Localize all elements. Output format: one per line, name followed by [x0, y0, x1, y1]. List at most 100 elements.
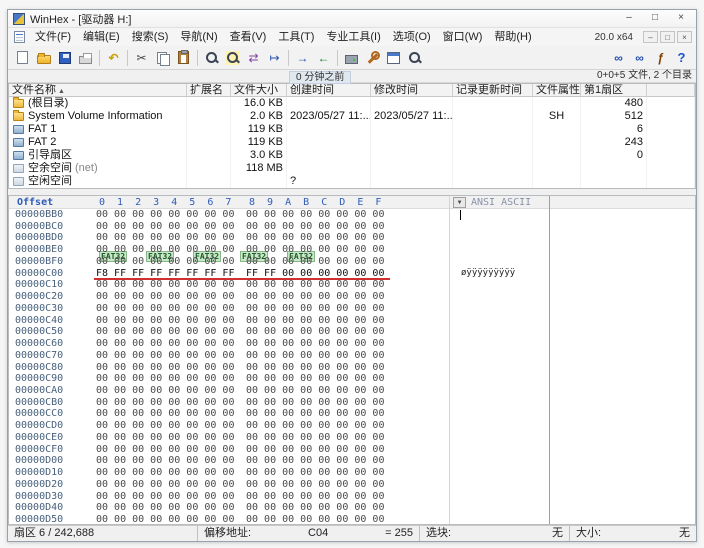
hex-row[interactable]: 00000C60 00 00 00 00 00 00 00 00 00 00 00 … — [9, 338, 695, 350]
hex-row[interactable]: 00000C00 F8 FF FF FF FF FF FF FF FF FF 00 … — [9, 268, 695, 280]
menu-item[interactable]: 窗口(W) — [437, 31, 489, 43]
find-text-icon[interactable] — [201, 48, 222, 68]
hex-row[interactable]: 00000D40 00 00 00 00 00 00 00 00 00 00 00 … — [9, 502, 695, 514]
paste-icon[interactable] — [173, 48, 194, 68]
new-file-icon[interactable] — [12, 48, 33, 68]
column-header-1[interactable]: 扩展名 — [187, 84, 231, 97]
magnifier-icon[interactable] — [404, 48, 425, 68]
hex-row[interactable]: 00000CE0 00 00 00 00 00 00 00 00 00 00 00 … — [9, 432, 695, 444]
hex-row[interactable]: 00000D50 00 00 00 00 00 00 00 00 00 00 00 … — [9, 514, 695, 524]
column-header-2[interactable]: 文件大小 — [231, 84, 287, 97]
hex-row[interactable]: 00000C70 00 00 00 00 00 00 00 00 00 00 00 … — [9, 350, 695, 362]
hex-row[interactable]: 00000C40 00 00 00 00 00 00 00 00 00 00 00 … — [9, 315, 695, 327]
file-row[interactable]: FAT 2 119 KB 243 — [9, 136, 695, 149]
column-header-3[interactable]: 创建时间 — [287, 84, 371, 97]
file-row[interactable]: FAT 1 119 KB 6 — [9, 123, 695, 136]
hex-row[interactable]: 00000BE0 00 00 00 00 00 00 00 00 00 00 00 … — [9, 244, 695, 256]
minimize-icon[interactable]: – — [616, 11, 642, 26]
data-interpreter-icon[interactable] — [383, 48, 404, 68]
menu-item[interactable]: 专业工具(I) — [320, 31, 386, 43]
file-row[interactable]: 空余空间 (net) 118 MB — [9, 162, 695, 175]
hex-row[interactable]: 00000CD0 00 00 00 00 00 00 00 00 00 00 00 … — [9, 420, 695, 432]
file-row[interactable]: (根目录) 16.0 KB 480 — [9, 97, 695, 110]
hex-row[interactable]: 00000C90 00 00 00 00 00 00 00 00 00 00 00 … — [9, 373, 695, 385]
column-header-0[interactable]: 文件名称 ▲ — [9, 84, 187, 97]
find-hex-icon[interactable] — [222, 48, 243, 68]
menu-item[interactable]: 编辑(E) — [77, 31, 126, 43]
child-minimize-icon[interactable]: – — [643, 31, 658, 43]
hex-offset: 00000D40 — [15, 502, 64, 514]
menu-item[interactable]: 帮助(H) — [488, 31, 537, 43]
hex-row[interactable]: 00000BF0 00 00 00 00 00 00 00 00 00 00 00 … — [9, 256, 695, 268]
file-modified-cell: 2023/05/27 11:... — [371, 110, 453, 123]
hex-bytes-low: 00 00 00 00 00 00 00 00 — [96, 373, 235, 385]
hex-row[interactable]: 00000BC0 00 00 00 00 00 00 00 00 00 00 00 … — [9, 221, 695, 233]
print-icon[interactable] — [75, 48, 96, 68]
block-status-value: 无 — [552, 527, 563, 539]
hex-offset: 00000BC0 — [15, 220, 64, 232]
hex-row[interactable]: 00000CB0 00 00 00 00 00 00 00 00 00 00 00 … — [9, 397, 695, 409]
hex-offset: 00000C70 — [15, 349, 64, 361]
save-icon[interactable] — [54, 48, 75, 68]
hex-row[interactable]: 00000D10 00 00 00 00 00 00 00 00 00 00 00 … — [9, 467, 695, 479]
sort-ascending-icon: ▲ — [58, 88, 65, 95]
maximize-icon[interactable]: □ — [642, 11, 668, 26]
menu-item[interactable]: 查看(V) — [224, 31, 273, 43]
hex-row[interactable]: 00000C10 00 00 00 00 00 00 00 00 00 00 00 … — [9, 279, 695, 291]
child-close-icon[interactable]: × — [677, 31, 692, 43]
menu-item[interactable]: 工具(T) — [272, 31, 320, 43]
hex-row[interactable]: 00000C50 00 00 00 00 00 00 00 00 00 00 00 … — [9, 326, 695, 338]
hex-bytes-high: 00 00 00 00 00 00 00 00 — [246, 443, 385, 455]
close-icon[interactable]: × — [668, 11, 694, 26]
column-header-4[interactable]: 修改时间 — [371, 84, 453, 97]
menu-item[interactable]: 选项(O) — [387, 31, 437, 43]
column-header-5[interactable]: 记录更新时间 — [453, 84, 533, 97]
hex-row[interactable]: 00000C20 00 00 00 00 00 00 00 00 00 00 00 … — [9, 291, 695, 303]
toolbar-separator — [288, 49, 289, 66]
hex-bytes-high: 00 00 00 00 00 00 00 00 — [246, 420, 385, 432]
charset-dropdown-icon[interactable]: ▼ — [453, 197, 466, 208]
open-folder-icon[interactable] — [33, 48, 54, 68]
hex-bytes-low: F8 FF FF FF FF FF FF FF — [96, 267, 235, 279]
menu-item[interactable]: 搜索(S) — [126, 31, 175, 43]
replace-icon[interactable]: ⇄ — [243, 48, 264, 68]
hex-row[interactable]: 00000D00 00 00 00 00 00 00 00 00 00 00 00 … — [9, 455, 695, 467]
scripts-icon[interactable]: ƒ — [650, 48, 671, 68]
hex-row[interactable]: 00000CC0 00 00 00 00 00 00 00 00 00 00 00 … — [9, 408, 695, 420]
link-sectors-icon[interactable]: ∞ — [608, 48, 629, 68]
hex-row[interactable]: 00000D20 00 00 00 00 00 00 00 00 00 00 00 … — [9, 479, 695, 491]
menu-item[interactable]: 文件(F) — [29, 31, 77, 43]
hex-row[interactable]: 00000CA0 00 00 00 00 00 00 00 00 00 00 00 … — [9, 385, 695, 397]
goto-offset-icon[interactable]: ↦ — [264, 48, 285, 68]
column-header-7[interactable]: 第1扇区 — [581, 84, 647, 97]
navigate-forward-icon[interactable]: → — [292, 48, 313, 68]
hex-offset: 00000CC0 — [15, 408, 64, 420]
tools-icon[interactable] — [362, 48, 383, 68]
file-row[interactable]: 引导扇区 3.0 KB 0 — [9, 149, 695, 162]
hex-row[interactable]: 00000C30 00 00 00 00 00 00 00 00 00 00 00 … — [9, 303, 695, 315]
hex-row[interactable]: 00000BD0 00 00 00 00 00 00 00 00 00 00 00 … — [9, 232, 695, 244]
navigate-back-icon[interactable]: ← — [313, 48, 334, 68]
child-restore-icon[interactable]: □ — [660, 31, 675, 43]
hex-row[interactable]: 00000D30 00 00 00 00 00 00 00 00 00 00 00 … — [9, 491, 695, 503]
link-positions-icon[interactable]: ∞ — [629, 48, 650, 68]
file-row[interactable]: 空闲空间? — [9, 175, 695, 188]
hex-row[interactable]: 00000BB0 00 00 00 00 00 00 00 00 00 00 00 … — [9, 209, 695, 221]
child-window-icon[interactable] — [14, 31, 25, 43]
hex-rows[interactable]: FAT32 FAT32 FAT32 FAT32 FAT32 00000BB0 00 00 … — [9, 209, 695, 524]
hex-row[interactable]: 00000C80 00 00 00 00 00 00 00 00 00 00 00 … — [9, 362, 695, 374]
file-row[interactable]: System Volume Information 2.0 KB 2023/05/2… — [9, 110, 695, 123]
ascii-column-header: ANSI ASCII — [471, 197, 532, 208]
column-header-8[interactable] — [647, 84, 695, 97]
cut-icon[interactable]: ✂ — [131, 48, 152, 68]
folder-icon — [13, 97, 24, 108]
hex-row[interactable]: 00000CF0 00 00 00 00 00 00 00 00 00 00 00 … — [9, 444, 695, 456]
copy-icon[interactable] — [152, 48, 173, 68]
hex-bytes-low: 00 00 00 00 00 00 00 00 — [96, 478, 235, 490]
undo-icon[interactable]: ↶ — [103, 48, 124, 68]
menu-item[interactable]: 导航(N) — [174, 31, 223, 43]
column-header-6[interactable]: 文件属性 — [533, 84, 581, 97]
disk-tools-icon[interactable] — [341, 48, 362, 68]
toolbar: ↶ ✂ ⇄ ↦ → ← ∞ ∞ ƒ? — [8, 46, 696, 70]
help-icon[interactable]: ? — [671, 48, 692, 68]
